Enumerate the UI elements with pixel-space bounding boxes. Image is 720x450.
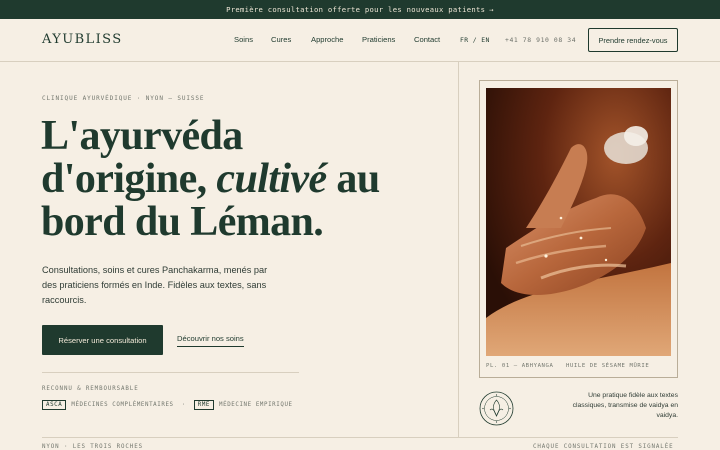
badge-rme: RME: [193, 400, 215, 410]
phone-number[interactable]: +41 78 910 08 34: [505, 36, 576, 44]
announcement-text: Première consultation offerte pour les n…: [226, 5, 486, 14]
seal-emblem-icon: [479, 391, 514, 426]
announcement-bar[interactable]: Première consultation offerte pour les n…: [0, 0, 720, 19]
image-caption-detail: HUILE DE SÉSAME MÛRIE: [566, 363, 650, 369]
divider: [42, 372, 299, 373]
badge-asca: ASCA: [42, 400, 67, 410]
footer-note: CHAQUE CONSULTATION EST SIGNALÉE: [533, 444, 674, 450]
headline-text: au: [326, 156, 380, 202]
nav-item-praticiens[interactable]: Praticiens: [362, 35, 395, 44]
hero-description: Consultations, soins et cures Panchakarm…: [42, 265, 268, 305]
hero-headline: L'ayurvéda d'origine, cultivé au bord du…: [41, 115, 380, 244]
footer-location: NYON · LES TROIS ROCHES: [42, 444, 143, 450]
book-appointment-button[interactable]: Prendre rendez-vous: [588, 28, 678, 52]
headline-line-2: d'origine, cultivé au: [41, 158, 380, 201]
language-switcher[interactable]: FR / EN: [460, 36, 490, 44]
headline-line-1: L'ayurvéda: [41, 113, 243, 159]
headline-text: d'origine,: [41, 156, 217, 202]
separator: ·: [181, 402, 186, 408]
brand-logo[interactable]: AYUBLISS: [42, 32, 123, 47]
image-caption-plate: PL. 01 — ABHYANGA: [486, 363, 554, 369]
nav-item-cures[interactable]: Cures: [271, 35, 291, 44]
recognition-label: RECONNU & REMBOURSABLE: [42, 386, 139, 392]
footer-divider: [42, 437, 678, 438]
abhyanga-massage-image: [486, 88, 671, 356]
hero-eyebrow: CLINIQUE AYURVÉDIQUE · NYON — SUISSE: [42, 95, 205, 102]
discover-treatments-link[interactable]: Découvrir nos soins: [177, 334, 244, 347]
column-divider: [458, 62, 459, 437]
headline-emphasis: cultivé: [216, 156, 327, 202]
badge-rme-text: MÉDECINE EMPIRIQUE: [219, 402, 293, 408]
arrow-icon: →: [489, 5, 494, 14]
headline-line-3: bord du Léman.: [41, 199, 324, 245]
tradition-quote: Une pratique fidèle aux textes classique…: [572, 392, 678, 419]
nav-item-approche[interactable]: Approche: [311, 35, 344, 44]
site-header: AYUBLISS Soins Cures Approche Praticiens…: [0, 19, 720, 62]
recognition-badges: ASCA MÉDECINES COMPLÉMENTAIRES · RME MÉD…: [42, 400, 293, 410]
badge-asca-text: MÉDECINES COMPLÉMENTAIRES: [71, 402, 174, 408]
book-consultation-button[interactable]: Réserver une consultation: [42, 325, 163, 355]
nav-item-contact[interactable]: Contact: [414, 35, 440, 44]
nav-item-soins[interactable]: Soins: [234, 35, 253, 44]
